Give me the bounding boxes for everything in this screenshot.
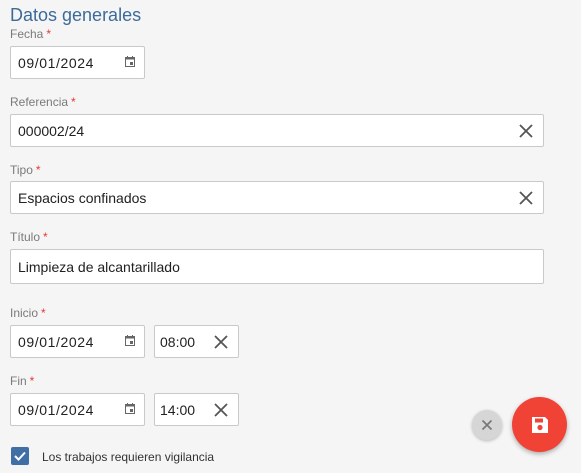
close-icon[interactable] <box>213 334 229 350</box>
save-button[interactable] <box>512 397 567 452</box>
fin-label: Fin * <box>10 374 35 388</box>
vigilancia-label: Los trabajos requieren vigilancia <box>42 450 215 464</box>
inicio-date-input[interactable]: 09/01/2024 <box>10 325 145 358</box>
referencia-input[interactable]: 000002/24 <box>10 114 544 147</box>
required-mark: * <box>29 374 35 388</box>
section-title: Datos generales <box>10 5 142 25</box>
fin-time-input[interactable]: 14:00 <box>154 393 239 426</box>
referencia-label: Referencia * <box>10 95 76 109</box>
titulo-input[interactable]: Limpieza de alcantarillado <box>10 249 544 284</box>
inicio-label: Inicio * <box>10 306 46 320</box>
cancel-button[interactable] <box>472 410 502 440</box>
fecha-label: Fecha * <box>10 27 52 41</box>
close-icon <box>481 419 493 431</box>
fecha-date-input[interactable]: 09/01/2024 <box>10 46 145 79</box>
titulo-value: Limpieza de alcantarillado <box>18 258 180 275</box>
inicio-time-input[interactable]: 08:00 <box>154 325 239 358</box>
required-mark: * <box>46 27 52 41</box>
calendar-icon[interactable] <box>125 335 135 346</box>
check-icon <box>14 451 26 461</box>
required-mark: * <box>41 306 46 320</box>
required-mark: * <box>35 163 41 177</box>
required-mark: * <box>71 95 76 109</box>
floppy-disk-icon <box>531 416 548 433</box>
vigilancia-checkbox[interactable] <box>11 447 29 465</box>
close-icon[interactable] <box>518 123 534 139</box>
close-icon[interactable] <box>518 190 534 206</box>
fin-date-input[interactable]: 09/01/2024 <box>10 393 145 426</box>
required-mark: * <box>43 230 48 244</box>
referencia-value: 000002/24 <box>18 122 85 139</box>
tipo-label: Tipo * <box>10 163 41 177</box>
close-icon[interactable] <box>213 402 229 418</box>
tipo-select[interactable]: Espacios confinados <box>10 181 544 214</box>
calendar-icon[interactable] <box>125 56 135 67</box>
titulo-label: Título * <box>10 230 48 244</box>
tipo-value: Espacios confinados <box>18 189 147 206</box>
calendar-icon[interactable] <box>125 403 135 414</box>
